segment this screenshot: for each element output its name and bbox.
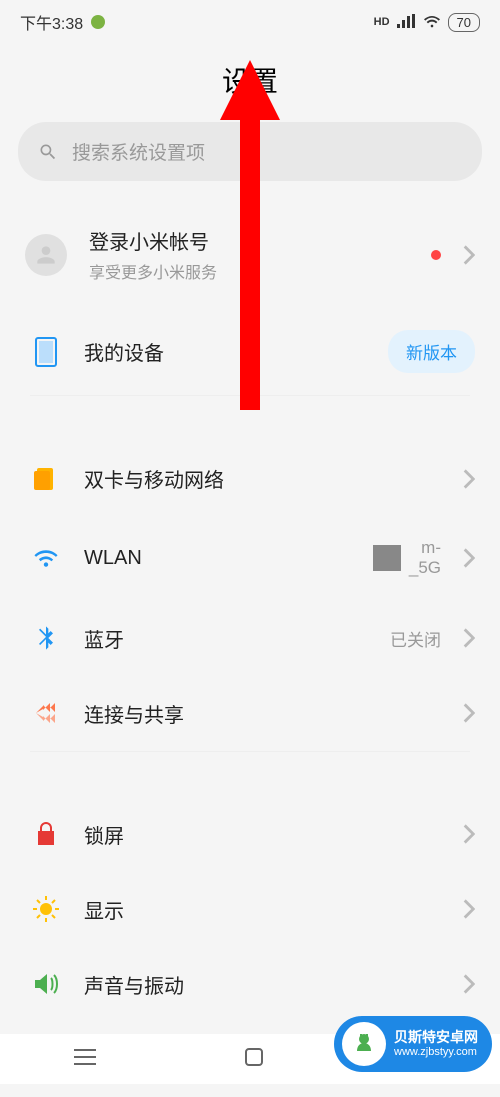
device-row[interactable]: 我的设备 新版本 (0, 308, 500, 395)
bluetooth-icon (30, 624, 62, 652)
connect-row[interactable]: 连接与共享 (0, 676, 500, 751)
signal-icon (396, 14, 416, 30)
bluetooth-title: 蓝牙 (84, 624, 368, 653)
device-icon (30, 337, 62, 367)
chevron-right-icon (463, 824, 475, 844)
status-time: 下午3:38 (20, 10, 83, 34)
account-row[interactable]: 登录小米帐号 享受更多小米服务 (0, 201, 500, 308)
sim-row[interactable]: 双卡与移动网络 (0, 441, 500, 516)
wifi-icon (422, 14, 442, 30)
device-title: 我的设备 (84, 337, 366, 366)
nav-menu-button[interactable] (44, 1038, 126, 1081)
account-title: 登录小米帐号 (89, 226, 409, 255)
account-subtitle: 享受更多小米服务 (89, 259, 409, 283)
watermark-url: www.zjbstyy.com (394, 1046, 478, 1058)
connect-title: 连接与共享 (84, 699, 441, 728)
display-row[interactable]: 显示 (0, 872, 500, 947)
hd-icon: HD (374, 16, 390, 28)
nav-home-button[interactable] (214, 1037, 294, 1082)
chevron-right-icon (463, 245, 475, 265)
device-content: 我的设备 (84, 337, 366, 366)
lock-icon (30, 821, 62, 847)
sim-icon (30, 466, 62, 492)
lock-row[interactable]: 锁屏 (0, 797, 500, 872)
chevron-right-icon (463, 703, 475, 723)
wlan-row[interactable]: WLAN m- _5G (0, 516, 500, 601)
sim-title: 双卡与移动网络 (84, 464, 441, 493)
display-title: 显示 (84, 895, 441, 924)
brightness-icon (30, 895, 62, 923)
search-icon (38, 142, 58, 162)
bluetooth-row[interactable]: 蓝牙 已关闭 (0, 601, 500, 676)
new-version-badge: 新版本 (388, 330, 475, 373)
lock-title: 锁屏 (84, 820, 441, 849)
chevron-right-icon (463, 469, 475, 489)
watermark: 贝斯特安卓网 www.zjbstyy.com (334, 1016, 492, 1072)
chevron-right-icon (463, 899, 475, 919)
watermark-logo (342, 1022, 386, 1066)
status-right: HD 70 (374, 13, 480, 32)
search-placeholder: 搜索系统设置项 (72, 138, 205, 165)
status-left: 下午3:38 (20, 10, 105, 34)
sound-row[interactable]: 声音与振动 (0, 947, 500, 1022)
wlan-title: WLAN (84, 547, 351, 570)
sound-icon (30, 972, 62, 996)
redacted-block (373, 545, 401, 571)
battery-icon: 70 (448, 13, 480, 32)
share-icon (30, 700, 62, 726)
sound-title: 声音与振动 (84, 970, 441, 999)
chevron-right-icon (463, 974, 475, 994)
chevron-right-icon (463, 628, 475, 648)
wlan-value: m- _5G (373, 538, 441, 579)
avatar (25, 234, 67, 276)
wifi-icon (30, 547, 62, 569)
account-content: 登录小米帐号 享受更多小米服务 (89, 226, 409, 283)
bluetooth-value: 已关闭 (390, 626, 441, 651)
notification-dot (431, 250, 441, 260)
search-bar[interactable]: 搜索系统设置项 (18, 122, 482, 181)
watermark-title: 贝斯特安卓网 (394, 1030, 478, 1045)
status-bar: 下午3:38 HD 70 (0, 0, 500, 42)
status-indicator-dot (91, 15, 105, 29)
chevron-right-icon (463, 548, 475, 568)
page-title: 设置 (0, 42, 500, 122)
